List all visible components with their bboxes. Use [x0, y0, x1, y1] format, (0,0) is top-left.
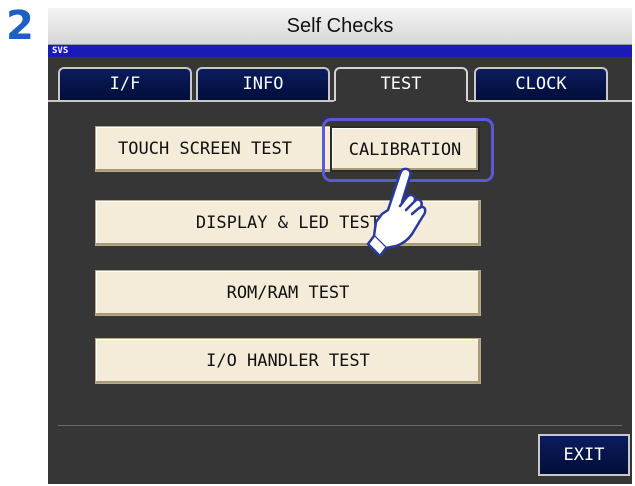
- device-screen: Self Checks SVS I/F INFO TEST CLOCK TOUC…: [48, 8, 632, 484]
- window-title: Self Checks: [286, 15, 394, 37]
- tab-underline-right: [468, 100, 632, 102]
- hand-pointer-icon: [366, 167, 427, 256]
- tab-if[interactable]: I/F: [58, 67, 192, 101]
- tab-info[interactable]: INFO: [196, 67, 330, 101]
- tab-test[interactable]: TEST: [334, 67, 468, 101]
- exit-button[interactable]: EXIT: [538, 434, 630, 476]
- rom-ram-test-button[interactable]: ROM/RAM TEST: [95, 270, 481, 316]
- title-bar: Self Checks: [48, 8, 632, 45]
- footer-divider: [58, 425, 622, 426]
- tab-underline-left: [48, 100, 334, 102]
- status-code: SVS: [52, 46, 69, 56]
- status-bar: SVS: [48, 45, 632, 57]
- step-number: 2: [6, 3, 34, 49]
- io-handler-test-button[interactable]: I/O HANDLER TEST: [95, 338, 481, 384]
- tab-clock[interactable]: CLOCK: [474, 67, 608, 101]
- tab-bar: I/F INFO TEST CLOCK: [48, 57, 632, 101]
